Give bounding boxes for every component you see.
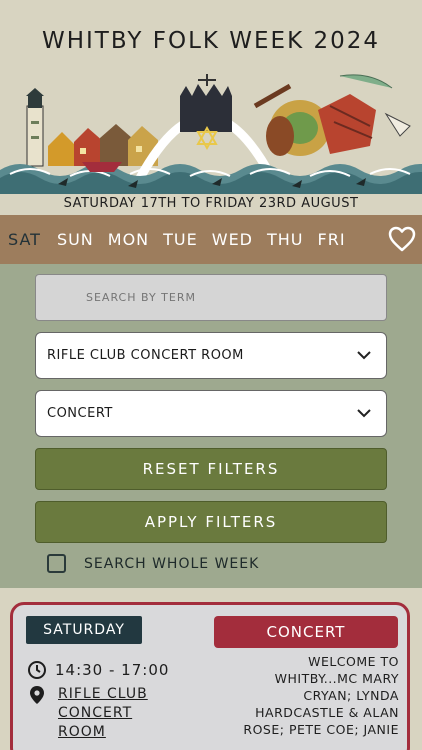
- filter-panel: RIFLE CLUB CONCERT ROOM CONCERT RESET FI…: [0, 264, 422, 588]
- festival-dates: SATURDAY 17TH TO FRIDAY 23RD AUGUST: [63, 196, 359, 211]
- results-list: SATURDAY CONCERT 14:30 - 17:00 RIFLE CLU…: [0, 588, 422, 750]
- day-tab-tue[interactable]: TUE: [149, 230, 198, 249]
- search-input[interactable]: [35, 274, 387, 321]
- chevron-down-icon: [357, 409, 371, 418]
- event-description: WELCOME TO WHITBY...MC MARY CRYAN; LYNDA…: [243, 654, 399, 737]
- event-type-select[interactable]: CONCERT: [35, 390, 387, 437]
- location-pin-icon: [30, 686, 44, 704]
- event-venue-link[interactable]: RIFLE CLUB CONCERT ROOM: [58, 685, 178, 742]
- chevron-down-icon: [357, 351, 371, 360]
- day-selector-bar: SAT SUN MON TUE WED THU FRI: [0, 215, 422, 264]
- app-title: WHITBY FOLK WEEK 2024: [41, 28, 381, 54]
- event-card[interactable]: SATURDAY CONCERT 14:30 - 17:00 RIFLE CLU…: [10, 602, 410, 750]
- event-time: 14:30 - 17:00: [55, 661, 170, 679]
- search-whole-week-label: SEARCH WHOLE WEEK: [84, 555, 260, 572]
- day-tab-fri[interactable]: FRI: [304, 230, 346, 249]
- day-tab-sun[interactable]: SUN: [41, 230, 94, 249]
- venue-select-value: RIFLE CLUB CONCERT ROOM: [47, 348, 244, 363]
- day-tab-thu[interactable]: THU: [253, 230, 304, 249]
- search-whole-week-checkbox[interactable]: [47, 554, 66, 573]
- day-tab-mon[interactable]: MON: [94, 230, 149, 249]
- app-header: WHITBY FOLK WEEK 2024 SATURDAY 17TH TO F…: [0, 0, 422, 215]
- day-tab-wed[interactable]: WED: [198, 230, 253, 249]
- reset-filters-button[interactable]: RESET FILTERS: [35, 448, 387, 490]
- event-day-tag: SATURDAY: [26, 616, 142, 644]
- event-type-tag: CONCERT: [214, 616, 398, 648]
- clock-icon: [28, 661, 46, 679]
- event-venue-row: RIFLE CLUB CONCERT ROOM: [29, 685, 178, 742]
- heart-icon[interactable]: [388, 226, 416, 252]
- day-tab-sat[interactable]: SAT: [0, 230, 41, 249]
- apply-filters-button[interactable]: APPLY FILTERS: [35, 501, 387, 543]
- festival-banner-illustration: [0, 74, 422, 194]
- search-whole-week-option: SEARCH WHOLE WEEK: [47, 554, 259, 573]
- event-time-row: 14:30 - 17:00: [27, 660, 169, 680]
- venue-select[interactable]: RIFLE CLUB CONCERT ROOM: [35, 332, 387, 379]
- event-type-select-value: CONCERT: [47, 406, 113, 421]
